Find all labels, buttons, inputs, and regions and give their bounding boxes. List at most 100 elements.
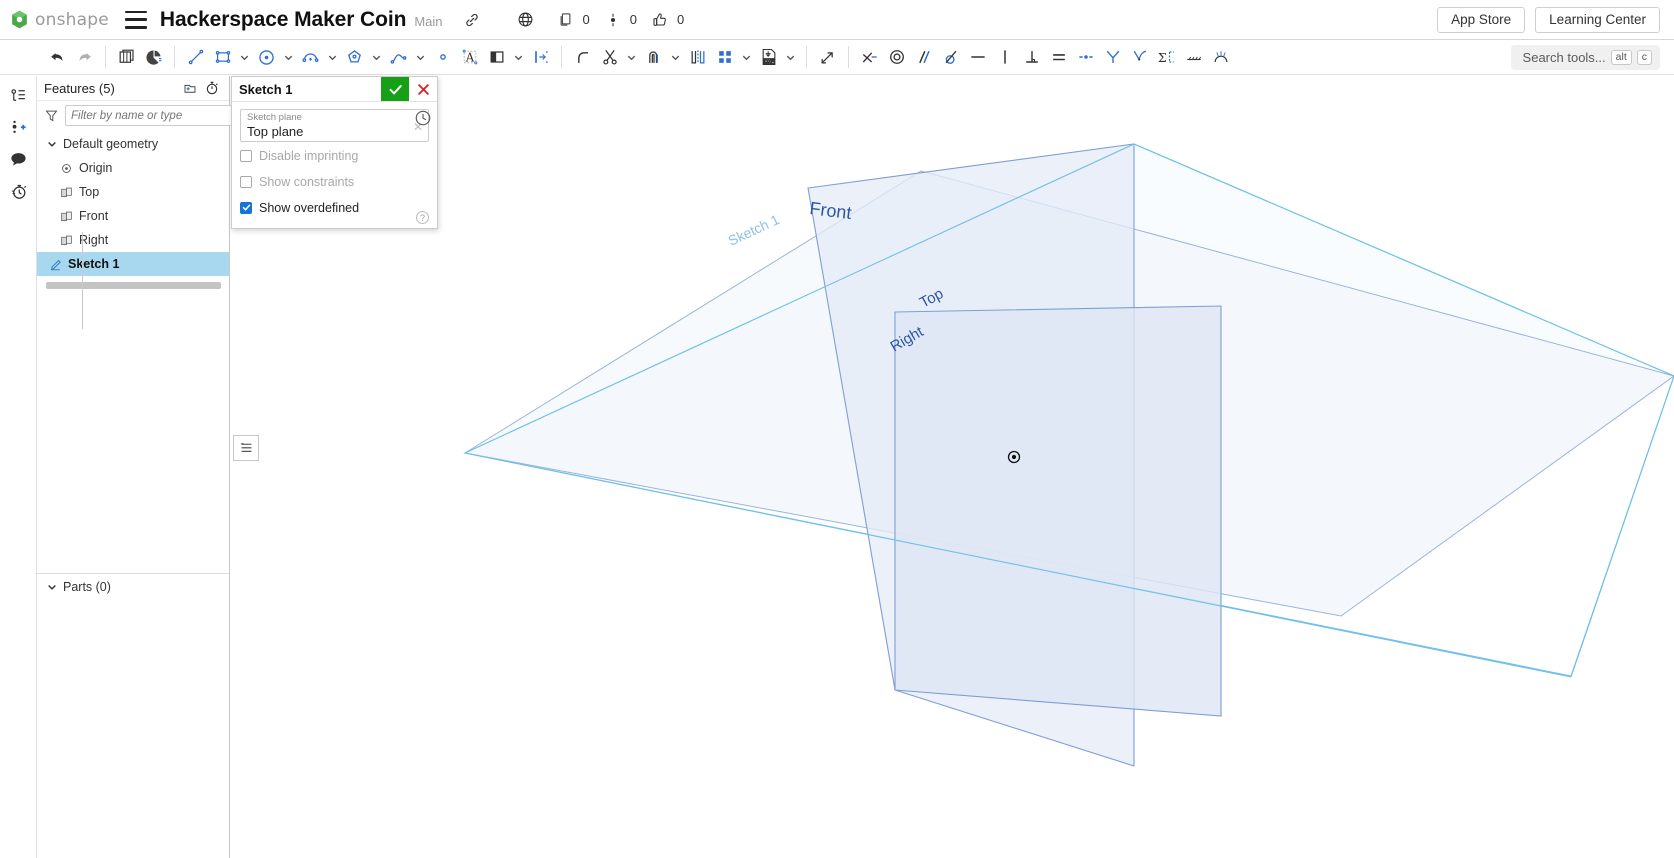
- checkbox-show-overdefined[interactable]: Show overdefined: [240, 195, 429, 220]
- learning-center-button[interactable]: Learning Center: [1535, 6, 1660, 33]
- add-folder-icon[interactable]: [179, 78, 201, 98]
- svg-text:Σ: Σ: [1157, 50, 1166, 65]
- dxf-export-icon[interactable]: DXF: [755, 44, 782, 71]
- brand-name[interactable]: onshape: [35, 10, 109, 30]
- versions-stat[interactable]: 0: [600, 7, 643, 33]
- sketch-dialog-title: Sketch 1: [239, 81, 293, 97]
- rollback-bar[interactable]: [46, 282, 221, 289]
- globe-public-icon[interactable]: [513, 7, 539, 33]
- toolbar-divider-1: [105, 46, 106, 68]
- graphics-viewport[interactable]: Front Top Right Sketch 1: [231, 76, 1674, 858]
- tree-default-geometry[interactable]: Default geometry: [37, 132, 229, 156]
- search-input[interactable]: [65, 105, 233, 126]
- stopwatch-icon[interactable]: [201, 78, 223, 98]
- concentric-icon[interactable]: [883, 44, 910, 71]
- use-project-chevron-down-icon[interactable]: [510, 44, 527, 71]
- polygon-icon[interactable]: [341, 44, 368, 71]
- tree-item-front[interactable]: Front: [37, 204, 229, 228]
- feature-panel: Features (5) Default geometry: [37, 76, 233, 858]
- likes-count: 0: [676, 12, 685, 27]
- sketch-text-icon[interactable]: A: [456, 44, 483, 71]
- tangent-icon[interactable]: [937, 44, 964, 71]
- toolbar-divider-5: [848, 46, 849, 68]
- tree-item-top[interactable]: Top: [37, 180, 229, 204]
- coincident-icon[interactable]: [856, 44, 883, 71]
- sketch-toolbar: A DXF Σ Search tools... alt c: [0, 40, 1674, 75]
- hamburger-menu-icon[interactable]: [124, 10, 147, 29]
- horizontal-icon[interactable]: [964, 44, 991, 71]
- construction-icon[interactable]: [1180, 44, 1207, 71]
- redo-button[interactable]: [71, 44, 98, 71]
- feature-list-icon[interactable]: [3, 82, 33, 108]
- checkbox-box: [240, 175, 252, 188]
- versions-count: 0: [629, 12, 637, 27]
- checkbox-box: [240, 149, 252, 162]
- link-icon[interactable]: [459, 7, 485, 33]
- curvature-icon[interactable]: [1126, 44, 1153, 71]
- trim-chevron-down-icon[interactable]: [623, 44, 640, 71]
- normal-icon[interactable]: Σ: [1153, 44, 1180, 71]
- tree-item-origin-label: Origin: [79, 161, 113, 175]
- arc-chevron-down-icon[interactable]: [324, 44, 341, 71]
- mirror-icon[interactable]: [684, 44, 711, 71]
- perpendicular-icon[interactable]: [1018, 44, 1045, 71]
- comments-icon[interactable]: [3, 146, 33, 172]
- copies-stat[interactable]: 0: [553, 7, 596, 33]
- midpoint-icon[interactable]: [1072, 44, 1099, 71]
- pie-color-icon[interactable]: [140, 44, 167, 71]
- dxf-chevron-down-icon[interactable]: [782, 44, 799, 71]
- spline-icon[interactable]: [385, 44, 412, 71]
- use-project-icon[interactable]: [483, 44, 510, 71]
- polygon-chevron-down-icon[interactable]: [368, 44, 385, 71]
- spline-chevron-down-icon[interactable]: [412, 44, 429, 71]
- history-icon[interactable]: [3, 178, 33, 204]
- cancel-button[interactable]: [409, 77, 437, 101]
- point-icon[interactable]: [429, 44, 456, 71]
- trim-scissors-icon[interactable]: [596, 44, 623, 71]
- question-help-icon[interactable]: ?: [416, 211, 429, 224]
- undo-button[interactable]: [44, 44, 71, 71]
- arc-icon[interactable]: [297, 44, 324, 71]
- rectangle-icon[interactable]: [209, 44, 236, 71]
- rectangle-chevron-down-icon[interactable]: [236, 44, 253, 71]
- dimension-icon[interactable]: [527, 44, 554, 71]
- offset-icon[interactable]: [640, 44, 667, 71]
- tree-item-right[interactable]: Right: [37, 228, 229, 252]
- history-clock-icon[interactable]: [414, 109, 432, 127]
- plane-icon: [58, 234, 75, 247]
- add-feature-icon[interactable]: [3, 114, 33, 140]
- tree-item-sketch-1[interactable]: Sketch 1: [37, 252, 229, 276]
- copy-layers-icon[interactable]: [113, 44, 140, 71]
- funnel-filter-icon[interactable]: [44, 108, 59, 123]
- linear-pattern-icon[interactable]: [711, 44, 738, 71]
- transform-arrow-icon[interactable]: [814, 44, 841, 71]
- tree-item-origin[interactable]: Origin: [37, 156, 229, 180]
- app-store-button[interactable]: App Store: [1437, 6, 1526, 33]
- offset-chevron-down-icon[interactable]: [667, 44, 684, 71]
- onshape-logo-icon[interactable]: [8, 9, 30, 31]
- view-list-icon[interactable]: [233, 435, 259, 461]
- symmetric-icon[interactable]: [1099, 44, 1126, 71]
- sketch-fillet-icon[interactable]: [569, 44, 596, 71]
- search-tools-input[interactable]: Search tools... alt c: [1510, 45, 1660, 70]
- parts-section-header[interactable]: Parts (0): [37, 574, 229, 599]
- circle-chevron-down-icon[interactable]: [280, 44, 297, 71]
- toolbar-divider-4: [806, 46, 807, 68]
- pattern-chevron-down-icon[interactable]: [738, 44, 755, 71]
- versions-icon: [600, 7, 626, 33]
- vertical-icon[interactable]: [991, 44, 1018, 71]
- accept-button[interactable]: [381, 77, 409, 101]
- line-icon[interactable]: [182, 44, 209, 71]
- checkbox-disable-imprinting[interactable]: Disable imprinting: [240, 143, 429, 168]
- search-shortcut-key: c: [1636, 49, 1652, 66]
- constraints-fan-icon[interactable]: [1207, 44, 1234, 71]
- tree-item-sketch-1-label: Sketch 1: [68, 257, 120, 271]
- circle-icon[interactable]: [253, 44, 280, 71]
- search-tools-label: Search tools...: [1522, 50, 1606, 65]
- parallel-icon[interactable]: [910, 44, 937, 71]
- checkbox-show-constraints[interactable]: Show constraints: [240, 169, 429, 194]
- sketch-plane-field[interactable]: Sketch plane Top plane ✕: [240, 109, 429, 142]
- likes-stat[interactable]: 0: [647, 7, 690, 33]
- equal-icon[interactable]: [1045, 44, 1072, 71]
- feature-tree: Default geometry Origin Top Front Right …: [37, 130, 229, 276]
